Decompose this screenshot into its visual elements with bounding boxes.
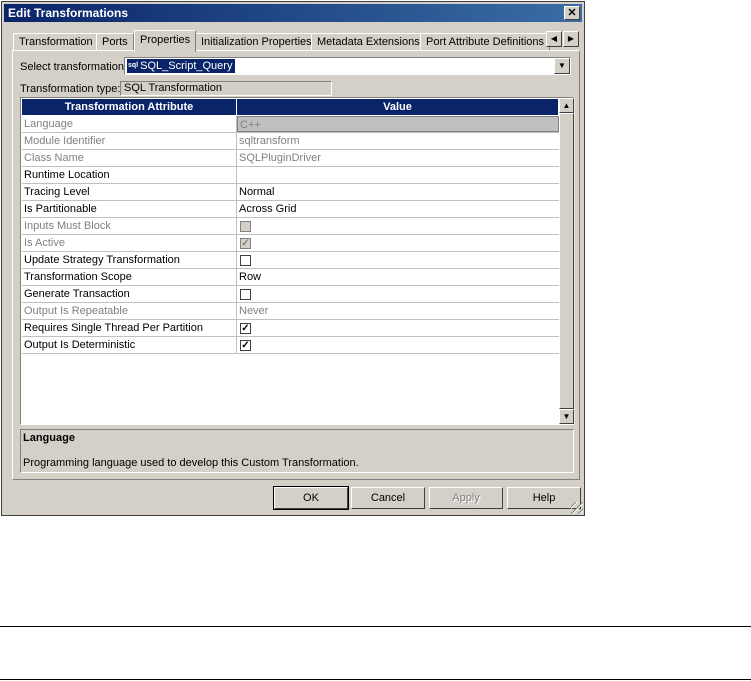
tab-transformation[interactable]: Transformation [13,33,99,51]
select-transformation-label: Select transformation: [20,61,127,73]
value-cell[interactable]: C++ [237,116,559,132]
attribute-cell: Requires Single Thread Per Partition [22,320,237,336]
table-row[interactable]: Output Is Repeatable Never [22,303,559,320]
resize-grip-icon[interactable] [571,502,583,514]
attribute-cell: Language [22,116,237,132]
attribute-cell: Output Is Repeatable [22,303,237,319]
requires-single-thread-checkbox[interactable]: ✓ [240,323,251,334]
attribute-cell: Inputs Must Block [22,218,237,234]
grid-vertical-scrollbar[interactable]: ▲ ▼ [559,98,575,424]
attribute-cell: Update Strategy Transformation [22,252,237,268]
select-transformation-dropdown[interactable]: sql SQL_Script_Query ▼ [124,57,571,75]
window-title: Edit Transformations [8,6,129,20]
attribute-grid: Transformation Attribute Value Language … [20,97,575,425]
title-bar[interactable]: Edit Transformations ✕ [4,4,582,22]
tab-port-attribute-definitions[interactable]: Port Attribute Definitions [420,33,551,51]
tab-scroll-right-button[interactable]: ▶ [563,31,579,47]
generate-transaction-checkbox[interactable] [240,289,251,300]
output-is-deterministic-checkbox[interactable]: ✓ [240,340,251,351]
scroll-thumb[interactable] [559,113,574,409]
value-cell: ✓ [237,235,559,251]
description-title: Language [23,432,75,444]
tab-properties[interactable]: Properties [134,30,197,52]
attribute-cell: Is Active [22,235,237,251]
table-row[interactable]: Module Identifier sqltransform [22,133,559,150]
chevron-down-icon[interactable]: ▼ [554,58,570,74]
attribute-cell: Is Partitionable [22,201,237,217]
value-cell [237,252,559,268]
sql-icon: sql [128,62,139,70]
description-panel: Language Programming language used to de… [20,429,574,473]
attribute-cell: Transformation Scope [22,269,237,285]
select-transformation-value: sql SQL_Script_Query [127,59,236,73]
value-cell[interactable]: Across Grid [237,201,559,217]
value-cell: ✓ [237,337,559,353]
table-row[interactable]: Inputs Must Block [22,218,559,235]
table-row[interactable]: Runtime Location [22,167,559,184]
grid-header-value[interactable]: Value [237,99,559,115]
value-cell: ✓ [237,320,559,336]
table-row[interactable]: Class Name SQLPluginDriver [22,150,559,167]
tab-metadata-extensions[interactable]: Metadata Extensions [311,33,426,51]
table-row[interactable]: Tracing Level Normal [22,184,559,201]
attribute-cell: Output Is Deterministic [22,337,237,353]
tab-ports[interactable]: Ports [96,33,134,51]
table-row[interactable]: Generate Transaction [22,286,559,303]
ok-button[interactable]: OK [273,486,349,510]
attribute-cell: Class Name [22,150,237,166]
value-cell[interactable]: sqltransform [237,133,559,149]
table-row[interactable]: Output Is Deterministic ✓ [22,337,559,354]
value-cell[interactable]: Normal [237,184,559,200]
attribute-cell: Tracing Level [22,184,237,200]
attribute-cell: Module Identifier [22,133,237,149]
table-row[interactable]: Is Partitionable Across Grid [22,201,559,218]
scroll-down-button[interactable]: ▼ [559,409,574,424]
is-active-checkbox[interactable]: ✓ [240,238,251,249]
value-cell [237,286,559,302]
help-button[interactable]: Help [507,487,581,509]
inputs-must-block-checkbox[interactable] [240,221,251,232]
table-row[interactable]: Transformation Scope Row [22,269,559,286]
divider-line-bottom [0,679,751,680]
table-row[interactable]: Update Strategy Transformation [22,252,559,269]
description-text: Programming language used to develop thi… [23,457,359,469]
grid-header-attribute[interactable]: Transformation Attribute [22,99,237,115]
tab-initialization-properties[interactable]: Initialization Properties [195,33,318,51]
apply-button[interactable]: Apply [429,487,503,509]
scroll-up-button[interactable]: ▲ [559,98,574,113]
value-cell [237,218,559,234]
cancel-button[interactable]: Cancel [351,487,425,509]
attribute-cell: Runtime Location [22,167,237,183]
select-transformation-text: SQL_Script_Query [140,60,233,72]
transformation-type-label: Transformation type: [20,83,121,95]
table-row[interactable]: Is Active ✓ [22,235,559,252]
table-row[interactable]: Language C++ [22,116,559,133]
update-strategy-checkbox[interactable] [240,255,251,266]
close-button[interactable]: ✕ [564,6,580,20]
transformation-type-value: SQL Transformation [120,81,332,96]
divider-line [0,626,751,627]
table-row[interactable]: Requires Single Thread Per Partition ✓ [22,320,559,337]
value-cell[interactable]: Row [237,269,559,285]
value-cell[interactable] [237,167,559,183]
tab-scroll-left-button[interactable]: ◀ [546,31,562,47]
attribute-cell: Generate Transaction [22,286,237,302]
value-cell[interactable]: SQLPluginDriver [237,150,559,166]
value-cell[interactable]: Never [237,303,559,319]
